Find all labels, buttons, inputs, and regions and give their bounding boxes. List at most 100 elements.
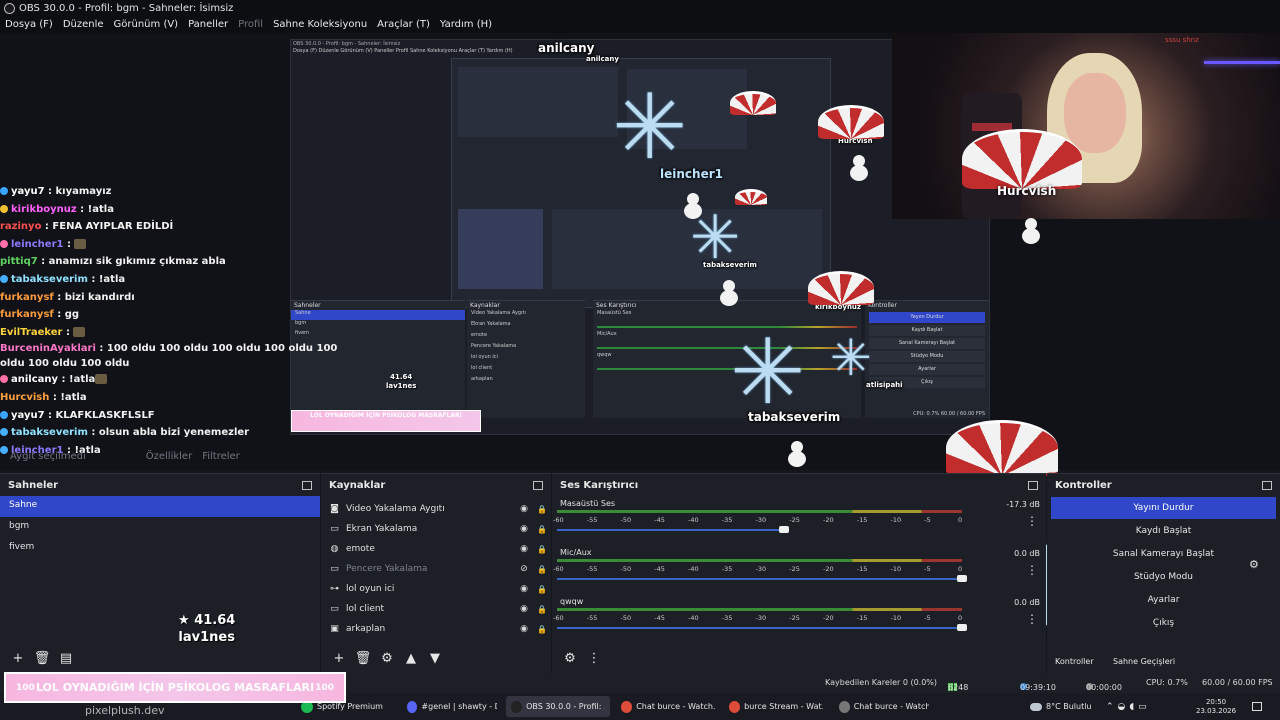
menu-item[interactable]: Görünüm (V) [109,19,184,30]
scene-item[interactable]: Sahne [0,496,320,517]
remove-scene-button[interactable]: 🗑 [30,648,54,670]
meter-tick-label: -35 [721,516,733,524]
clock[interactable]: 20:50 23.03.2026 [1196,693,1236,720]
menu-item[interactable]: Dosya (F) [0,19,58,30]
meter-tick-label: -25 [789,565,800,573]
lock-icon[interactable]: 🔒 [533,625,551,634]
lock-icon[interactable]: 🔒 [533,505,551,514]
taskbar-item[interactable]: burce Stream - Wat... [724,696,828,717]
weather-widget[interactable]: 8°C Bulutlu [1030,693,1092,720]
undock-icon[interactable] [302,480,312,490]
fps-counter: 60.00 / 60.00 FPS [1202,678,1273,687]
eye-icon[interactable]: ◉ [515,504,533,514]
control-button[interactable]: Sanal Kamerayı Başlat [1051,543,1276,565]
scene-transitions-tab[interactable]: Sahne Geçişleri [1113,657,1175,666]
nested-source-item: arkaplan [471,376,493,382]
menu-item[interactable]: Araçlar (T) [372,19,435,30]
source-item[interactable]: ◍ emote ◉ 🔒 [321,539,551,559]
chat-text: olsun abla bizi yenemezler [98,427,250,439]
meter-tick-label: -55 [586,516,598,524]
eye-icon[interactable]: ◉ [515,604,533,614]
control-button[interactable]: Çıkış [1051,612,1276,634]
volume-meter [557,559,962,562]
nested-overlay-name-anilcany: anilcany [586,55,619,63]
meter-tick-label: 0 [958,565,963,573]
volume-slider[interactable] [557,627,962,629]
source-item[interactable]: ▭ Ekran Yakalama ◉ 🔒 [321,519,551,539]
sources-dock-title: Kaynaklar [329,479,386,491]
notifications-icon[interactable] [1252,693,1262,720]
taskbar-item[interactable]: Chat burce - Watch... [616,696,720,717]
tray-volume-icon[interactable]: ◖ [1129,702,1138,712]
eye-icon[interactable]: ◉ [515,624,533,634]
taskbar-item[interactable]: #genel | shawty - D... [402,696,502,717]
system-tray[interactable]: ⌃ ◒ ◖ ▭ [1106,693,1151,720]
volume-slider-handle[interactable] [957,624,967,631]
lock-icon[interactable]: 🔒 [533,605,551,614]
channel-menu-icon[interactable]: ⋮ [1026,612,1038,626]
source-item[interactable]: ▣ arkaplan ◉ 🔒 [321,619,551,639]
nested-mixer-channel: qwqw [597,352,612,358]
volume-slider-handle[interactable] [778,526,789,533]
control-button[interactable]: Stüdyo Modu [1051,566,1276,588]
channel-name: Mic/Aux [560,548,592,557]
volume-slider[interactable] [557,529,784,531]
menu-item[interactable]: Yardım (H) [435,19,497,30]
control-button[interactable]: Yayını Durdur [1051,497,1276,519]
add-scene-button[interactable]: + [6,648,30,670]
chat-overlay: yayu7 : kıyamayız kirikboynuz : !atla razi… [0,183,360,463]
menu-item[interactable]: Sahne Koleksiyonu [268,19,372,30]
channel-menu-icon[interactable]: ⋮ [1026,563,1038,577]
source-label: emote [346,544,375,554]
source-item[interactable]: ⊶ lol oyun ici ◉ 🔒 [321,579,551,599]
eye-icon[interactable]: ◉ [515,584,533,594]
control-button[interactable]: Kaydı Başlat [1051,520,1276,542]
add-source-button[interactable]: + [327,648,351,670]
stream-preview[interactable]: OBS 30.0.0 - Profil: bgm - Sahneler: İsi… [0,33,1280,470]
move-down-button[interactable]: ▼ [423,648,447,670]
scene-item[interactable]: bgm [0,517,320,538]
lock-icon[interactable]: 🔒 [533,585,551,594]
menu-item[interactable]: Paneller [183,19,233,30]
source-item[interactable]: ◙ Video Yakalama Aygıtı ◉ 🔒 [321,499,551,519]
undock-icon[interactable] [533,480,543,490]
tray-network-icon[interactable]: ◒ [1118,702,1130,712]
taskbar-item[interactable]: Chat burce - Watch... [834,696,934,717]
chat-message: leincher1 : [0,236,360,254]
eye-icon[interactable]: ◉ [515,544,533,554]
move-up-button[interactable]: ▲ [399,648,423,670]
eye-icon[interactable]: ◉ [515,524,533,534]
menu-item[interactable]: Düzenle [58,19,109,30]
scene-filters-button[interactable]: ▤ [54,648,78,670]
chat-badge-icon [0,410,8,419]
chrome-icon [621,700,633,713]
controls-tab[interactable]: Kontroller [1055,657,1094,666]
undock-icon[interactable] [1028,480,1038,490]
lock-icon[interactable]: 🔒 [533,565,551,574]
channel-menu-icon[interactable]: ⋮ [1026,514,1038,528]
volume-slider[interactable] [557,578,962,580]
menu-item[interactable]: Profil [233,19,268,30]
source-item[interactable]: ▭ lol client ◉ 🔒 [321,599,551,619]
lock-icon[interactable]: 🔒 [533,545,551,554]
tray-chevron-icon[interactable]: ⌃ [1106,702,1118,712]
scene-item[interactable]: fivem [0,538,320,559]
nested-star-widget: 41.64 lav1nes [386,373,417,390]
advanced-audio-button[interactable]: ⚙ [558,648,582,670]
lock-icon[interactable]: 🔒 [533,525,551,534]
source-properties-button[interactable]: ⚙ [375,648,399,670]
control-button[interactable]: Ayarlar [1051,589,1276,611]
mixer-channel: qwqw 0.0 dB -60 -55 -50 -45 -40 -35 -30 -25 -20 -15… [552,594,1046,643]
camera-icon: ◙ [330,504,339,514]
tray-battery-icon[interactable]: ▭ [1138,702,1151,712]
mixer-channel: Mic/Aux 0.0 dB -60 -55 -50 -45 -40 -35 -30 -25 -20… [552,545,1046,594]
virtual-camera-settings-icon[interactable]: ⚙ [1249,558,1259,571]
source-item[interactable]: ▭ Pencere Yakalama ⊘ 🔒 [321,559,551,579]
remove-source-button[interactable]: 🗑 [351,648,375,670]
undock-icon[interactable] [1262,480,1272,490]
scenes-toolbar: + 🗑 ▤ [0,644,320,673]
taskbar-item[interactable]: OBS 30.0.0 - Profil: ... [506,696,610,717]
eye-off-icon[interactable]: ⊘ [515,564,533,574]
mixer-menu-button[interactable]: ⋮ [582,648,606,670]
volume-slider-handle[interactable] [957,575,967,582]
